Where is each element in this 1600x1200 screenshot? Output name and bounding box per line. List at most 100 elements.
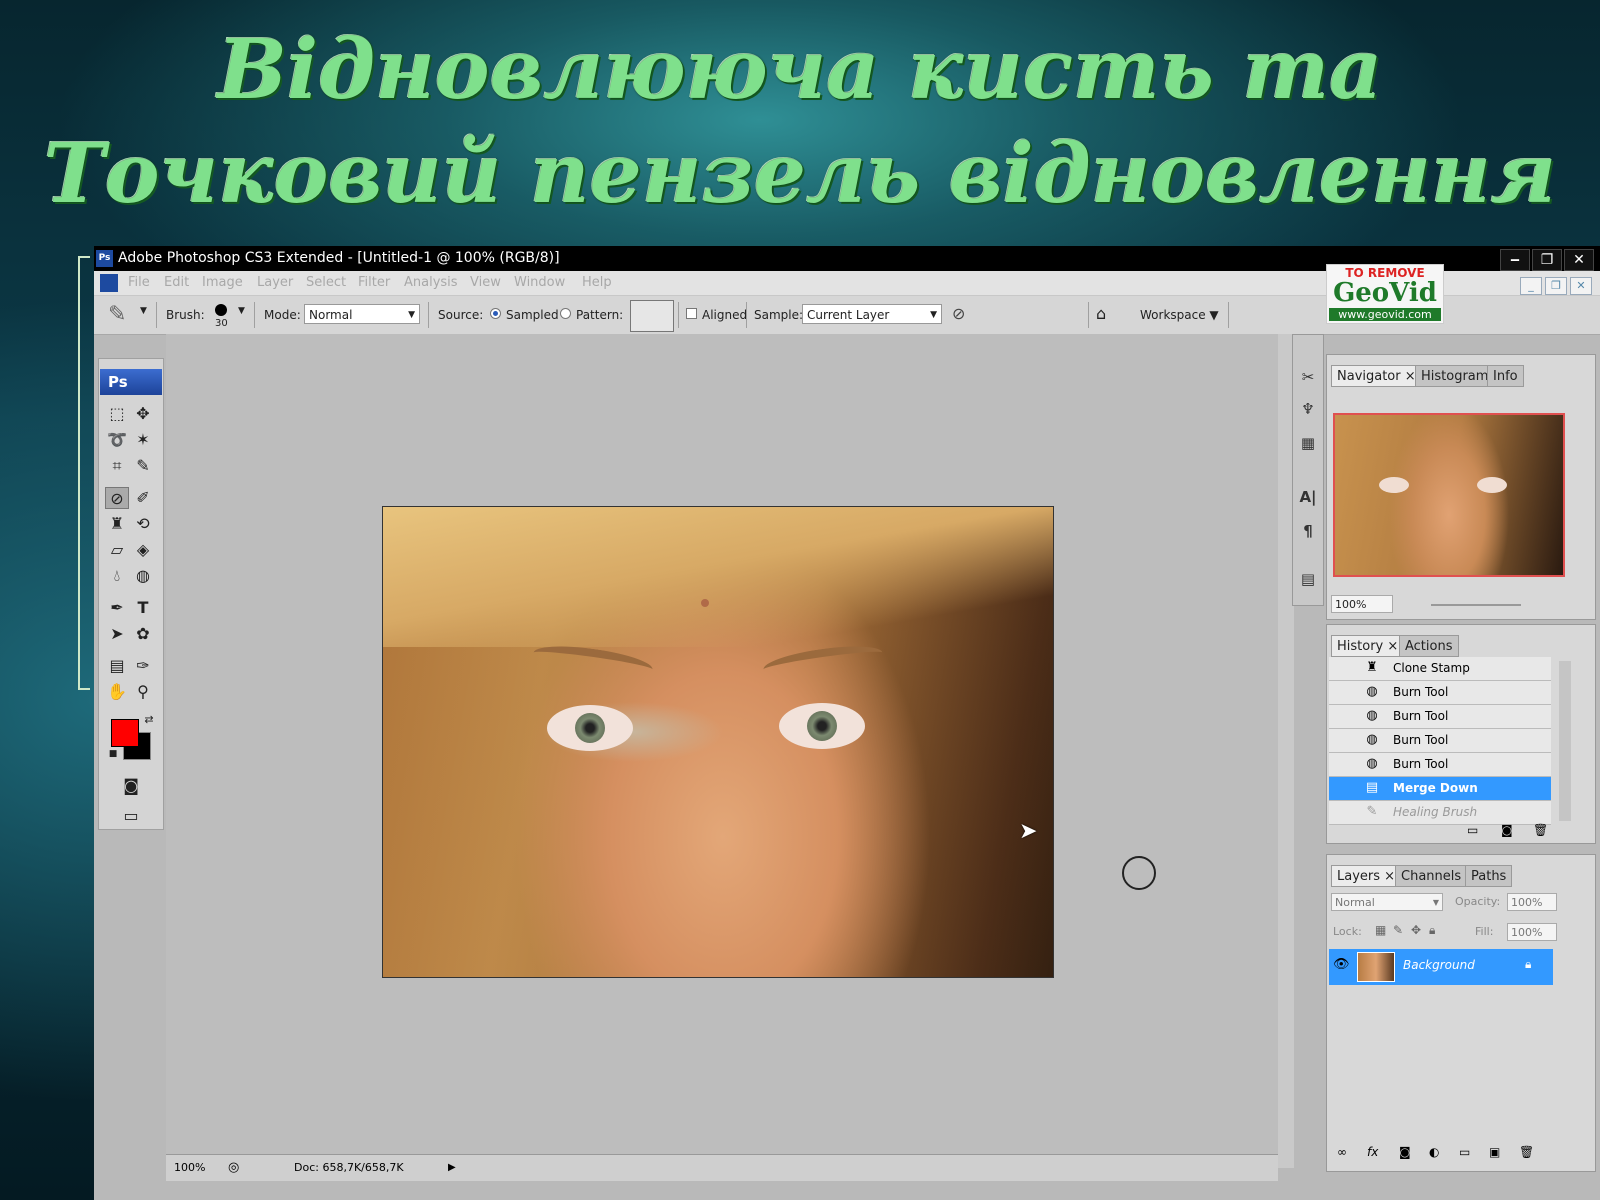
preset-dropdown-arrow-icon[interactable]: ▼	[140, 306, 147, 316]
history-brush-tool-icon[interactable]: ⟲	[131, 513, 155, 535]
healing-brush-preset-icon[interactable]: ✎	[108, 302, 126, 327]
menu-select[interactable]: Select	[306, 271, 346, 295]
notes-tool-icon[interactable]: ▤	[105, 655, 129, 677]
delete-state-icon[interactable]: 🗑︎	[1533, 823, 1548, 837]
character-panel-icon[interactable]: A|	[1296, 485, 1320, 509]
opacity-field[interactable]: 100%	[1507, 893, 1557, 911]
close-button[interactable]: ✕	[1564, 249, 1594, 271]
lock-image-icon[interactable]: ✎	[1393, 923, 1403, 937]
screen-mode-icon[interactable]: ▭	[119, 805, 143, 827]
history-state[interactable]: ◍ Burn Tool	[1329, 753, 1551, 777]
menu-file[interactable]: File	[128, 271, 150, 295]
status-menu-arrow-icon[interactable]: ▶	[448, 1155, 456, 1181]
layer-row-background[interactable]: 👁︎ Background 🔒︎	[1329, 949, 1553, 985]
notes-panel-icon[interactable]: ▤	[1296, 567, 1320, 591]
delete-layer-icon[interactable]: 🗑︎	[1519, 1145, 1534, 1159]
lock-all-icon[interactable]: 🔒︎	[1429, 923, 1435, 938]
foreground-color-swatch[interactable]	[111, 719, 139, 747]
aligned-checkbox[interactable]	[686, 308, 697, 319]
path-selection-tool-icon[interactable]: ➤	[105, 623, 129, 645]
history-scrollbar[interactable]	[1559, 661, 1571, 821]
doc-restore-button[interactable]: ❐	[1545, 277, 1567, 295]
menu-window[interactable]: Window	[514, 271, 565, 295]
layer-comps-icon[interactable]: ▦	[1296, 431, 1320, 455]
sampled-radio[interactable]	[490, 308, 501, 319]
tab-histogram[interactable]: Histogram	[1415, 365, 1495, 387]
bridge-icon[interactable]: ⌂	[1096, 304, 1106, 323]
marquee-tool-icon[interactable]: ⬚	[105, 403, 129, 425]
zoom-tool-icon[interactable]: ⚲	[131, 681, 155, 703]
status-zoom[interactable]: 100%	[174, 1155, 205, 1181]
tab-info[interactable]: Info	[1487, 365, 1524, 387]
new-snapshot-icon[interactable]: ◙	[1501, 823, 1513, 837]
lasso-tool-icon[interactable]: ➰	[105, 429, 129, 451]
layer-style-icon[interactable]: fx	[1367, 1145, 1378, 1159]
brush-tool-icon[interactable]: ✐	[131, 487, 155, 509]
tab-paths[interactable]: Paths	[1465, 865, 1513, 887]
history-state[interactable]: ✎ Healing Brush	[1329, 801, 1551, 825]
layer-mask-icon[interactable]: ◙	[1399, 1145, 1411, 1159]
quick-mask-icon[interactable]: ◙	[119, 775, 143, 797]
paint-bucket-tool-icon[interactable]: ◈	[131, 539, 155, 561]
tab-channels[interactable]: Channels	[1395, 865, 1468, 887]
lock-transparency-icon[interactable]: ▦	[1375, 923, 1386, 937]
pen-tool-icon[interactable]: ✒	[105, 597, 129, 619]
tab-actions[interactable]: Actions	[1399, 635, 1459, 657]
history-state[interactable]: ♜ Clone Stamp	[1329, 657, 1551, 681]
custom-shape-tool-icon[interactable]: ✿	[131, 623, 155, 645]
menu-filter[interactable]: Filter	[358, 271, 390, 295]
crop-tool-icon[interactable]: ⌗	[105, 455, 129, 477]
swap-colors-icon[interactable]: ⇄	[137, 709, 161, 731]
pattern-picker[interactable]	[630, 300, 674, 332]
menu-layer[interactable]: Layer	[257, 271, 293, 295]
mode-select[interactable]: Normal ▼	[304, 304, 420, 324]
brush-dropdown-arrow-icon[interactable]: ▼	[238, 306, 245, 316]
blur-tool-icon[interactable]: 💧︎	[105, 565, 129, 587]
clone-stamp-tool-icon[interactable]: ♜	[105, 513, 129, 535]
slice-tool-icon[interactable]: ✎	[131, 455, 155, 477]
history-state[interactable]: ◍ Burn Tool	[1329, 705, 1551, 729]
new-layer-icon[interactable]: ▣	[1489, 1145, 1500, 1159]
sample-select[interactable]: Current Layer ▼	[802, 304, 942, 324]
new-document-from-state-icon[interactable]: ▭	[1467, 823, 1478, 837]
history-state[interactable]: ▤ Merge Down	[1329, 777, 1551, 801]
menu-analysis[interactable]: Analysis	[404, 271, 458, 295]
doc-minimize-button[interactable]: _	[1520, 277, 1542, 295]
history-state[interactable]: ◍ Burn Tool	[1329, 729, 1551, 753]
menu-view[interactable]: View	[470, 271, 501, 295]
document-icon[interactable]	[100, 274, 118, 292]
hand-tool-icon[interactable]: ✋	[105, 681, 129, 703]
tool-presets-icon[interactable]: ✂	[1296, 365, 1320, 389]
lock-position-icon[interactable]: ✥	[1411, 923, 1421, 937]
doc-close-button[interactable]: ✕	[1570, 277, 1592, 295]
adjustment-layer-icon[interactable]: ◐	[1429, 1145, 1439, 1159]
menu-help[interactable]: Help	[582, 271, 612, 295]
magic-wand-tool-icon[interactable]: ✶	[131, 429, 155, 451]
document-image[interactable]: ➤	[382, 506, 1054, 978]
eraser-tool-icon[interactable]: ▱	[105, 539, 129, 561]
tab-history[interactable]: History ×	[1331, 635, 1405, 657]
dodge-tool-icon[interactable]: ◍	[131, 565, 155, 587]
minimize-button[interactable]: ‒	[1500, 249, 1530, 271]
pattern-radio[interactable]	[560, 308, 571, 319]
eyedropper-tool-icon[interactable]: ✑	[131, 655, 155, 677]
maximize-button[interactable]: ❐	[1532, 249, 1562, 271]
status-info-icon[interactable]: ◎	[228, 1155, 239, 1181]
layer-visibility-eye-icon[interactable]: 👁︎	[1333, 957, 1350, 972]
navigator-zoom[interactable]: 100%	[1331, 595, 1393, 613]
link-layers-icon[interactable]: ∞	[1337, 1145, 1347, 1159]
navigator-thumbnail[interactable]	[1333, 413, 1565, 577]
new-group-icon[interactable]: ▭	[1459, 1145, 1470, 1159]
ignore-adjustment-layers-icon[interactable]: ⊘	[952, 304, 965, 323]
history-state[interactable]: ◍ Burn Tool	[1329, 681, 1551, 705]
type-tool-icon[interactable]: T	[131, 597, 155, 619]
workspace-button[interactable]: Workspace ▼	[1140, 308, 1219, 322]
paragraph-panel-icon[interactable]: ¶	[1296, 519, 1320, 543]
clone-source-icon[interactable]: ♆	[1296, 397, 1320, 421]
healing-brush-tool-icon[interactable]: ⊘	[105, 487, 129, 509]
navigator-zoom-slider[interactable]	[1431, 604, 1521, 606]
fill-field[interactable]: 100%	[1507, 923, 1557, 941]
canvas-area[interactable]: ➤	[166, 334, 1278, 1168]
move-tool-icon[interactable]: ✥	[131, 403, 155, 425]
brush-tip-icon[interactable]	[215, 304, 227, 316]
